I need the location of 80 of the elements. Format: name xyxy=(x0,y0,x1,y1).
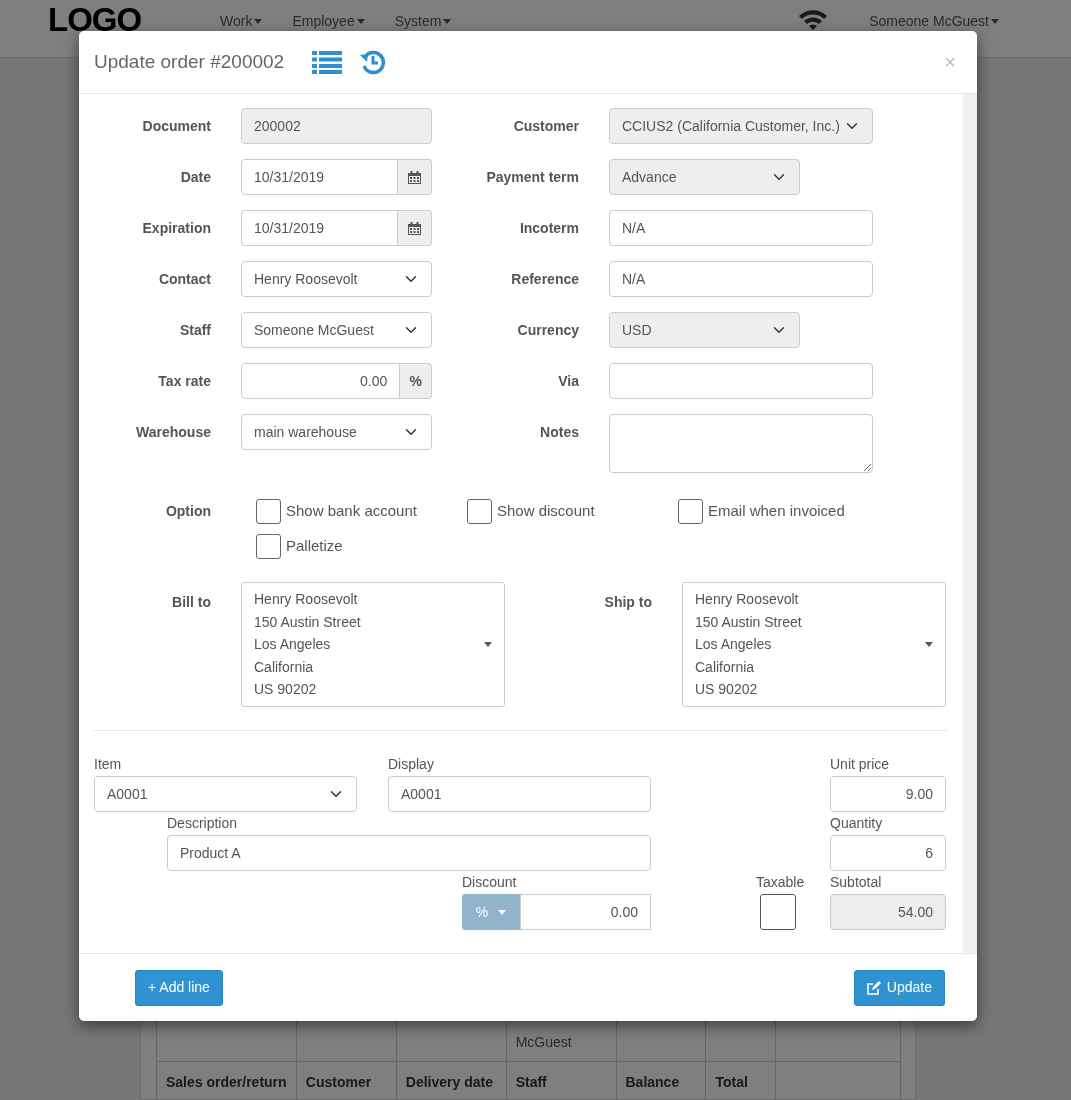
input-field[interactable]: 54.00 xyxy=(830,894,946,930)
column-header: Sales order/return xyxy=(156,1061,297,1100)
field-label: Currency xyxy=(516,321,579,340)
field-label: Customer xyxy=(512,117,579,136)
select-field[interactable]: main warehouse xyxy=(241,414,432,450)
field-label: Warehouse xyxy=(135,423,211,442)
field-label: Expiration xyxy=(141,219,211,238)
calendar-button[interactable] xyxy=(398,159,432,195)
select-field[interactable]: CCIUS2 (California Customer, Inc.) xyxy=(609,108,873,144)
checkbox[interactable] xyxy=(256,499,281,524)
caret-icon xyxy=(356,18,365,24)
select-field[interactable]: Someone McGuest xyxy=(241,312,432,348)
field-label: Item xyxy=(94,755,123,774)
address-select[interactable]: Henry Roosevolt 150 Austin Street Los Angeles California US 90202 xyxy=(682,582,946,707)
history-icon[interactable] xyxy=(360,49,387,75)
input-field[interactable] xyxy=(609,363,873,399)
input-field[interactable]: Product A xyxy=(167,835,651,871)
field-label: Discount xyxy=(462,873,518,892)
input-field[interactable]: 6 xyxy=(830,835,946,871)
caret-icon xyxy=(991,18,999,24)
field-label: Tax rate xyxy=(157,372,211,391)
calendar-button[interactable] xyxy=(398,210,432,246)
field-label: Via xyxy=(557,372,579,391)
checkbox-label: Show bank account xyxy=(286,501,417,522)
field-label: Ship to xyxy=(603,593,652,612)
caret-icon xyxy=(498,909,507,915)
input-field[interactable]: 200002 xyxy=(241,108,432,144)
field-label: Subtotal xyxy=(830,873,883,892)
checkbox-label: Show discount xyxy=(497,501,595,522)
list-icon[interactable] xyxy=(312,50,343,74)
calendar-icon xyxy=(408,221,422,235)
select-field[interactable]: Henry Roosevolt xyxy=(241,261,432,297)
input-field[interactable]: 9.00 xyxy=(830,776,946,812)
field-label: Taxable xyxy=(756,873,806,892)
date-field[interactable]: 10/31/2019 xyxy=(241,210,399,246)
checkbox[interactable] xyxy=(256,534,281,559)
nav-menu[interactable]: Employee xyxy=(292,13,365,29)
input-field[interactable]: 0.00 xyxy=(520,894,651,930)
checkbox[interactable] xyxy=(760,894,796,930)
field-label: Unit price xyxy=(830,755,891,774)
wifi-icon xyxy=(797,8,830,30)
input-field[interactable]: N/A xyxy=(609,210,873,246)
user-menu[interactable]: Someone McGuest xyxy=(869,13,999,29)
field-label: Quantity xyxy=(830,814,884,833)
calendar-icon xyxy=(408,170,422,184)
field-label: Staff xyxy=(178,321,211,340)
caret-icon xyxy=(484,642,492,647)
scrollbar[interactable] xyxy=(963,94,977,953)
input-field[interactable]: N/A xyxy=(609,261,873,297)
modal-title: Update order #200002 xyxy=(94,49,285,74)
field-label: Document xyxy=(141,117,211,136)
field-label: Contact xyxy=(157,270,211,289)
notes-field[interactable] xyxy=(609,414,873,473)
field-label: Option xyxy=(164,502,211,521)
edit-icon xyxy=(866,980,881,995)
field-label: Reference xyxy=(510,270,579,289)
nav-menu[interactable]: Work xyxy=(220,13,263,29)
checkbox-label: Email when invoiced xyxy=(708,501,845,522)
unit-label: % xyxy=(400,363,432,399)
field-label: Bill to xyxy=(171,593,211,612)
select-field[interactable]: Advance xyxy=(609,159,800,195)
field-label: Notes xyxy=(539,423,579,442)
checkbox[interactable] xyxy=(467,499,492,524)
field-label: Payment term xyxy=(485,168,579,187)
caret-icon xyxy=(254,18,263,24)
number-field[interactable]: 0.00 xyxy=(241,363,401,399)
field-label: Date xyxy=(179,168,211,187)
field-label: Incoterm xyxy=(518,219,579,238)
select-field[interactable]: USD xyxy=(609,312,800,348)
input-field[interactable]: A0001 xyxy=(388,776,651,812)
address-select[interactable]: Henry Roosevolt 150 Austin Street Los Angeles California US 90202 xyxy=(241,582,505,707)
field-label: Description xyxy=(167,814,239,833)
checkbox-label: Palletize xyxy=(286,536,343,557)
caret-icon xyxy=(443,18,452,24)
nav-menu[interactable]: System xyxy=(394,13,452,29)
field-label: Display xyxy=(388,755,435,774)
caret-icon xyxy=(925,642,933,647)
checkbox[interactable] xyxy=(678,499,703,524)
select-field[interactable]: A0001 xyxy=(94,776,357,812)
date-field[interactable]: 10/31/2019 xyxy=(241,159,399,195)
